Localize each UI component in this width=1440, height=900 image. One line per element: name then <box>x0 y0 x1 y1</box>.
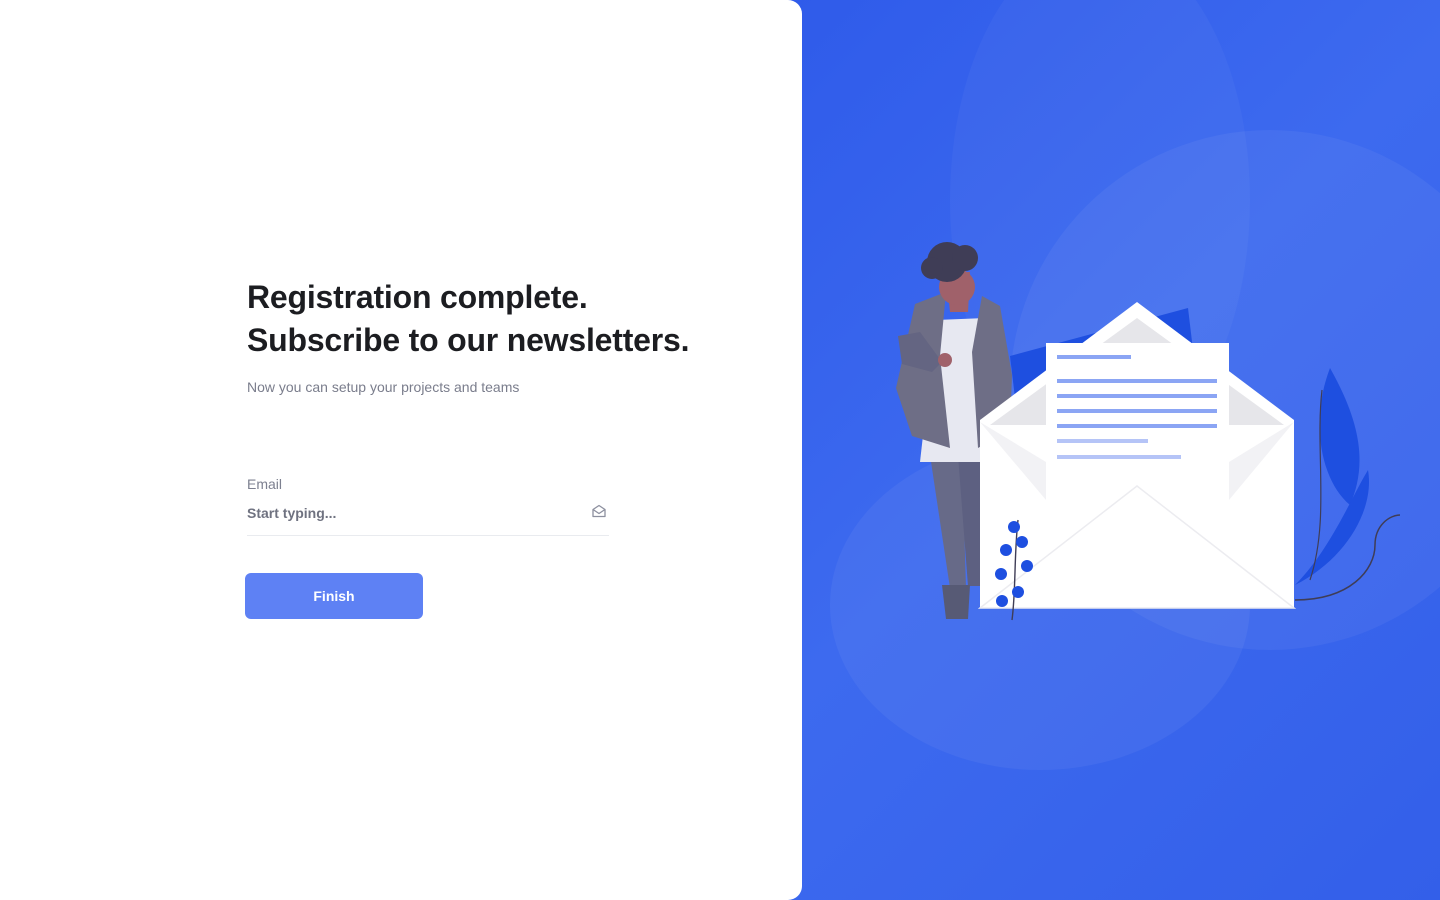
email-form-group: Email <box>247 476 609 536</box>
mail-open-icon <box>592 504 606 518</box>
newsletter-illustration <box>896 242 1401 621</box>
illustration-panel <box>790 0 1440 900</box>
email-label: Email <box>247 476 283 492</box>
email-field[interactable] <box>247 501 567 525</box>
page-subtitle: Now you can setup your projects and team… <box>247 379 520 395</box>
email-field-row <box>247 501 609 536</box>
page-title-line-1: Registration complete. <box>247 279 588 315</box>
page-title-line-2: Subscribe to our newsletters. <box>247 322 690 358</box>
header-block: Registration complete. Subscribe to our … <box>247 276 707 395</box>
leaf-plant-icon <box>1294 368 1401 601</box>
finish-button[interactable]: Finish <box>245 573 423 619</box>
registration-panel: Registration complete. Subscribe to our … <box>0 0 802 900</box>
